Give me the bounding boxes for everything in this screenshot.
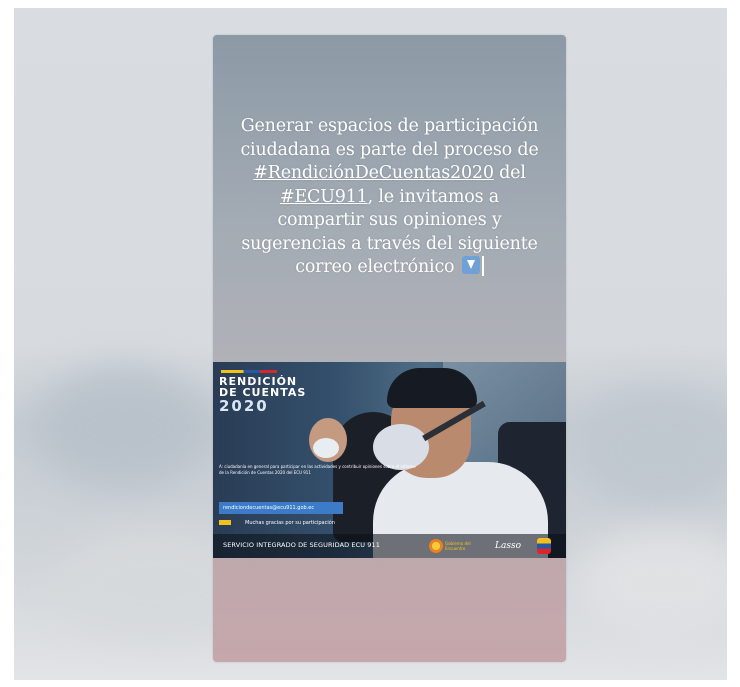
footer-text: SERVICIO INTEGRADO DE SEGURIDAD ECU 911 [223, 541, 380, 549]
text-cursor [481, 256, 484, 276]
image-footer: SERVICIO INTEGRADO DE SEGURIDAD ECU 911 … [213, 534, 566, 558]
image-body-text: A: ciudadanía en general para participar… [219, 464, 416, 475]
caption-line: , le invitamos a [367, 186, 500, 207]
signature-logo: Lasso [495, 541, 521, 551]
thanks-text: Muchas gracias por su participación [245, 520, 335, 526]
story-caption: Generar espacios de participación ciudad… [227, 115, 552, 280]
story-card[interactable]: Generar espacios de participación ciudad… [213, 35, 566, 662]
background-blur-shape [574, 528, 727, 638]
caption-line: del [493, 163, 526, 183]
title-year: 2020 [219, 397, 269, 415]
government-logo-text: Gobierno del Encuentro [445, 541, 471, 551]
operator-background-mask [313, 438, 339, 458]
thanks-line: Muchas gracias por su participación [219, 518, 379, 528]
rendicion-title: RENDICIÓN DE CUENTAS 2020 [219, 376, 329, 414]
caption-line: sugerencias a través del siguiente [241, 233, 538, 254]
operator-hair [387, 368, 477, 408]
flag-color-bar [221, 370, 277, 373]
caption-line: compartir sus opiniones y [277, 210, 502, 230]
government-sun-logo-icon [429, 539, 443, 553]
down-arrow-emoji-icon [461, 256, 480, 274]
email-banner: rendiciondecuentas@ecu911.gob.ec [219, 502, 343, 514]
background-blur-shape [34, 368, 214, 488]
caption-line: correo electrónico [295, 257, 455, 277]
caption-line: ciudadana es parte del proceso de [240, 139, 539, 160]
yellow-marker [219, 520, 231, 525]
rendicion-cuentas-image[interactable]: RENDICIÓN DE CUENTAS 2020 A: ciudadanía … [213, 362, 566, 558]
background-blur-shape [574, 388, 727, 508]
caption-line: Generar espacios de participación [240, 116, 539, 136]
hashtag-link[interactable]: #ECU911 [280, 187, 368, 207]
hashtag-link[interactable]: #RendiciónDeCuentas2020 [253, 163, 494, 183]
ecuador-crest-icon [537, 538, 551, 554]
